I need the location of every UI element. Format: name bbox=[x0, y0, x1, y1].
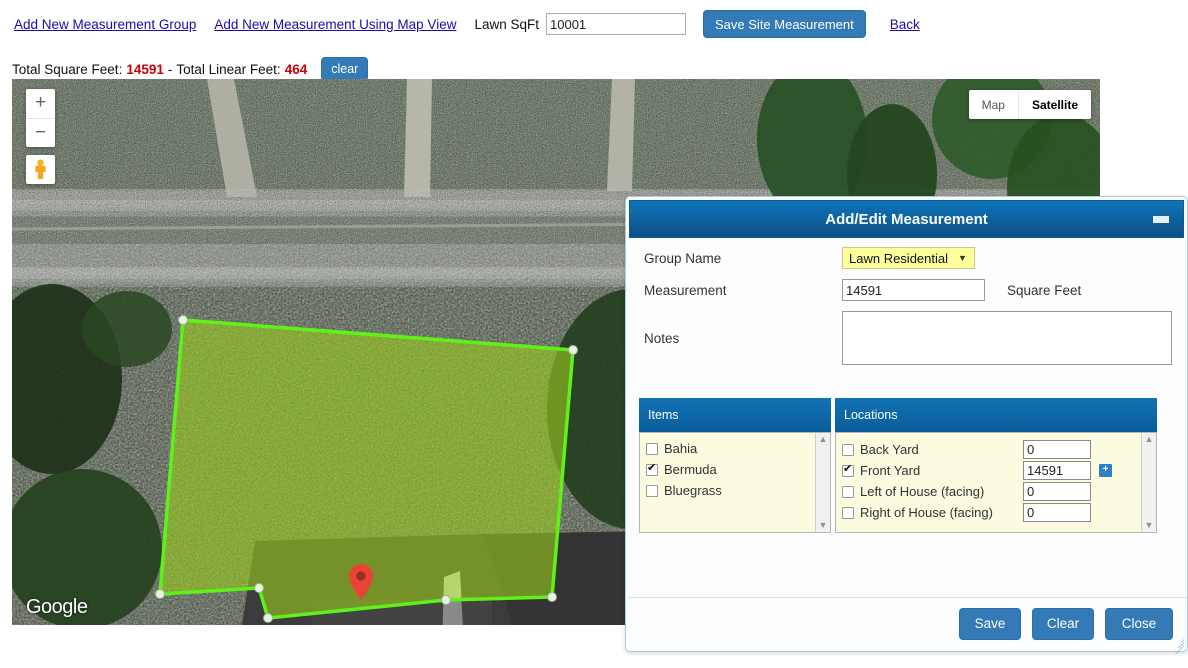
location-checkbox-back-yard[interactable] bbox=[842, 443, 854, 456]
page-root: Add New Measurement Group Add New Measur… bbox=[0, 0, 1188, 668]
lawn-sqft-input[interactable] bbox=[546, 13, 687, 35]
item-label: Bahia bbox=[664, 441, 698, 456]
table-row[interactable]: Left of House (facing) bbox=[836, 481, 1156, 502]
scroll-down-icon[interactable]: ▼ bbox=[819, 521, 828, 530]
street-view-pegman-icon[interactable] bbox=[26, 155, 55, 184]
total-square-feet-label: Total Square Feet: bbox=[12, 61, 123, 77]
measurement-input[interactable] bbox=[842, 279, 985, 301]
table-row[interactable]: Back Yard bbox=[836, 439, 1156, 460]
location-value-right-of-house[interactable] bbox=[1023, 503, 1091, 522]
clear-button[interactable]: Clear bbox=[1032, 607, 1094, 640]
dialog-titlebar[interactable]: Add/Edit Measurement bbox=[629, 200, 1184, 238]
plus-icon[interactable]: + bbox=[1099, 464, 1112, 477]
item-checkbox-bermuda[interactable] bbox=[646, 462, 658, 476]
zoom-in-button[interactable]: + bbox=[26, 89, 55, 119]
measurement-label: Measurement bbox=[644, 282, 727, 298]
google-logo: Google bbox=[26, 596, 88, 618]
item-label: Bluegrass bbox=[664, 483, 722, 498]
item-checkbox-bahia[interactable] bbox=[646, 442, 658, 455]
map-zoom-controls[interactable]: + − bbox=[26, 89, 55, 147]
locations-panel-header: Locations bbox=[835, 398, 1157, 432]
zoom-out-button[interactable]: − bbox=[26, 119, 55, 148]
list-item[interactable]: Bluegrass bbox=[640, 480, 830, 501]
close-button[interactable]: Close bbox=[1105, 607, 1173, 640]
scroll-down-icon[interactable]: ▼ bbox=[1145, 521, 1154, 530]
resize-grip-icon[interactable] bbox=[1172, 634, 1185, 655]
measurement-unit-label: Square Feet bbox=[1007, 282, 1082, 298]
location-value-left-of-house[interactable] bbox=[1023, 482, 1091, 501]
location-checkbox-front-yard[interactable] bbox=[842, 463, 854, 477]
map-type-satellite-button[interactable]: Satellite bbox=[1017, 90, 1091, 119]
items-panel-header: Items bbox=[639, 398, 831, 432]
item-label: Bermuda bbox=[664, 462, 717, 477]
notes-label: Notes bbox=[644, 330, 680, 346]
location-checkbox-left-of-house[interactable] bbox=[842, 485, 854, 498]
add-new-measurement-map-view-link[interactable]: Add New Measurement Using Map View bbox=[214, 17, 456, 32]
items-locations-panels: Items Bahia Bermuda Bluegras bbox=[639, 398, 1177, 533]
table-row[interactable]: Front Yard + bbox=[836, 460, 1156, 481]
list-item[interactable]: Bahia bbox=[640, 438, 830, 459]
map-type-switcher[interactable]: Map Satellite bbox=[968, 90, 1091, 119]
save-button[interactable]: Save bbox=[959, 607, 1021, 640]
save-site-measurement-button[interactable]: Save Site Measurement bbox=[703, 10, 866, 38]
locations-scrollbar[interactable]: ▲ ▼ bbox=[1141, 433, 1156, 532]
notes-row: Notes bbox=[626, 305, 1188, 371]
top-toolbar: Add New Measurement Group Add New Measur… bbox=[0, 0, 1188, 48]
scroll-up-icon[interactable]: ▲ bbox=[819, 435, 828, 444]
items-list[interactable]: Bahia Bermuda Bluegrass ▲ ▼ bbox=[639, 432, 831, 533]
lawn-sqft-label: Lawn SqFt bbox=[474, 16, 540, 32]
totals-separator: - bbox=[167, 61, 173, 77]
dialog-footer: Save Clear Close bbox=[628, 597, 1187, 655]
location-label: Right of House (facing) bbox=[860, 505, 993, 520]
location-value-front-yard[interactable] bbox=[1023, 461, 1091, 480]
group-name-label: Group Name bbox=[644, 250, 722, 266]
location-label: Front Yard bbox=[860, 463, 921, 478]
group-name-row: Group Name Lawn Residential ▼ bbox=[626, 241, 1188, 275]
locations-panel: Locations Back Yard Front Yard + bbox=[835, 398, 1157, 533]
map-type-map-button[interactable]: Map bbox=[969, 90, 1018, 119]
minimize-icon[interactable] bbox=[1153, 216, 1169, 223]
chevron-down-icon: ▼ bbox=[958, 253, 967, 263]
location-label: Back Yard bbox=[860, 442, 919, 457]
location-value-back-yard[interactable] bbox=[1023, 440, 1091, 459]
list-item[interactable]: Bermuda bbox=[640, 459, 830, 480]
measurement-row: Measurement Square Feet bbox=[626, 275, 1188, 305]
total-linear-feet-value: 464 bbox=[284, 61, 308, 77]
location-checkbox-right-of-house[interactable] bbox=[842, 506, 854, 519]
item-checkbox-bluegrass[interactable] bbox=[646, 484, 658, 497]
locations-list[interactable]: Back Yard Front Yard + Left of House (fa… bbox=[835, 432, 1157, 533]
add-new-measurement-group-link[interactable]: Add New Measurement Group bbox=[14, 17, 196, 32]
dialog-title-text: Add/Edit Measurement bbox=[825, 210, 988, 228]
total-linear-feet-label: Total Linear Feet: bbox=[176, 61, 281, 77]
items-scrollbar[interactable]: ▲ ▼ bbox=[815, 433, 830, 532]
add-edit-measurement-dialog: Add/Edit Measurement Group Name Lawn Res… bbox=[625, 196, 1188, 655]
total-square-feet-value: 14591 bbox=[126, 61, 164, 77]
group-name-selected-value: Lawn Residential bbox=[849, 250, 949, 266]
back-link[interactable]: Back bbox=[890, 17, 920, 32]
items-panel: Items Bahia Bermuda Bluegras bbox=[639, 398, 831, 533]
scroll-up-icon[interactable]: ▲ bbox=[1145, 435, 1154, 444]
table-row[interactable]: Right of House (facing) bbox=[836, 502, 1156, 523]
group-name-select[interactable]: Lawn Residential ▼ bbox=[842, 247, 975, 269]
notes-textarea[interactable] bbox=[842, 311, 1172, 365]
clear-measurements-button[interactable]: clear bbox=[321, 56, 369, 82]
location-label: Left of House (facing) bbox=[860, 484, 985, 499]
dialog-body: Group Name Lawn Residential ▼ Measuremen… bbox=[626, 241, 1188, 371]
